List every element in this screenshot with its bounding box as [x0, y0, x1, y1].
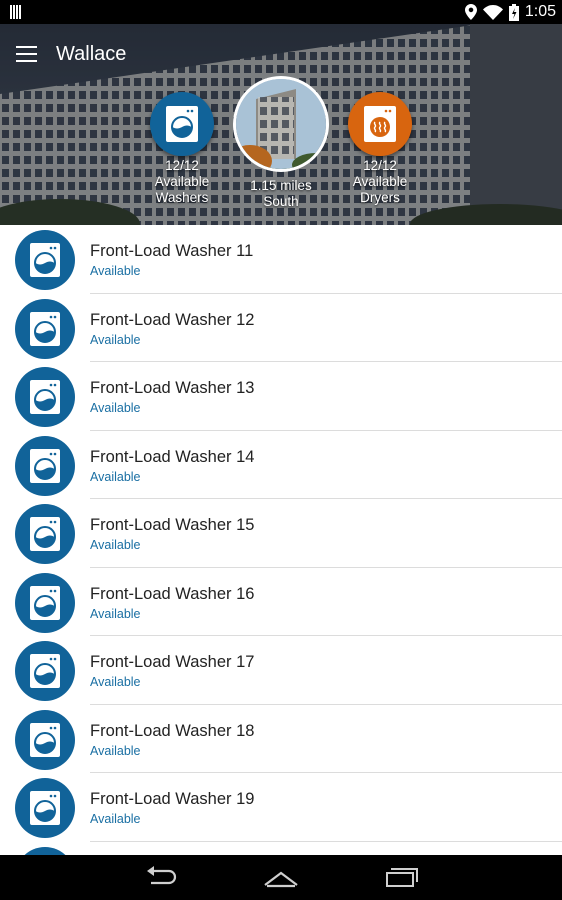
list-item-4[interactable]: Front-Load Washer 14 Available: [0, 431, 562, 499]
washer-icon: [15, 709, 75, 770]
distance: 1.15 miles: [250, 178, 312, 193]
list-item-8[interactable]: Front-Load Washer 18 Available: [0, 705, 562, 773]
status-bar: 1:05: [0, 0, 562, 24]
dryers-label-2: Dryers: [360, 190, 400, 205]
back-icon[interactable]: [145, 865, 177, 894]
washer-status: Available: [90, 812, 141, 826]
clock: 1:05: [524, 3, 556, 20]
washer-status: Available: [90, 675, 141, 689]
list-item-2[interactable]: Front-Load Washer 12 Available: [0, 294, 562, 362]
dryers-label-1: Available: [352, 174, 408, 189]
washer-icon: [15, 435, 75, 496]
battery-icon: [508, 3, 519, 21]
washer-name: Front-Load Washer 14: [90, 447, 255, 466]
recents-icon[interactable]: [385, 865, 419, 894]
page-title: Wallace: [56, 43, 127, 65]
washer-icon: [15, 230, 75, 290]
navigation-bar: [0, 855, 562, 900]
washers-label-1: Available: [154, 174, 210, 189]
dryer-icon: [348, 92, 412, 156]
list-item-3[interactable]: Front-Load Washer 13 Available: [0, 362, 562, 431]
list-item-9[interactable]: Front-Load Washer 19 Available: [0, 773, 562, 842]
list-item-10[interactable]: [0, 842, 562, 855]
washer-name: Front-Load Washer 18: [90, 721, 255, 740]
washer-icon: [150, 92, 214, 156]
washer-icon: [15, 846, 75, 855]
washer-icon: [15, 778, 75, 838]
washer-status: Available: [90, 264, 141, 278]
list-item-1[interactable]: Front-Load Washer 11 Available: [0, 225, 562, 294]
washer-name: Front-Load Washer 12: [90, 310, 255, 329]
washer-status: Available: [90, 743, 141, 758]
washer-icon: [15, 367, 75, 427]
washer-name: Front-Load Washer 15: [90, 516, 255, 534]
menu-icon[interactable]: [16, 46, 37, 62]
notification-icon: [10, 5, 22, 19]
list-item-5[interactable]: Front-Load Washer 15 Available: [0, 499, 562, 568]
washer-status: Available: [90, 538, 141, 552]
location-header: Wallace 12/12 Available Washers 1.15 mil…: [0, 24, 562, 225]
washer-name: Front-Load Washer 13: [90, 379, 255, 397]
washer-icon: [15, 641, 75, 701]
washer-status: Available: [90, 332, 141, 347]
building-photo: [233, 76, 329, 172]
washer-status: Available: [90, 401, 141, 415]
washers-summary[interactable]: 12/12 Available Washers: [146, 92, 218, 206]
list-item-7[interactable]: Front-Load Washer 17 Available: [0, 636, 562, 705]
washer-list: Front-Load Washer 11 Available Front-Loa…: [0, 225, 562, 855]
washer-name: Front-Load Washer 17: [90, 653, 255, 671]
dryers-summary[interactable]: 12/12 Available Dryers: [344, 92, 416, 206]
washer-name: Front-Load Washer 11: [90, 242, 254, 260]
washer-icon: [15, 298, 75, 359]
washer-name: Front-Load Washer 16: [90, 584, 255, 603]
direction: South: [263, 194, 299, 209]
dryers-count: 12/12: [363, 158, 397, 173]
location-icon: [464, 4, 477, 20]
washers-label-2: Washers: [155, 190, 209, 205]
washers-count: 12/12: [165, 158, 199, 173]
washer-icon: [15, 504, 75, 564]
washer-icon: [15, 572, 75, 633]
location-summary[interactable]: 1.15 miles South: [232, 76, 330, 210]
home-icon[interactable]: [263, 865, 299, 894]
wifi-icon: [482, 4, 503, 20]
list-item-6[interactable]: Front-Load Washer 16 Available: [0, 568, 562, 636]
washer-status: Available: [90, 469, 141, 484]
washer-status: Available: [90, 606, 141, 621]
washer-name: Front-Load Washer 19: [90, 790, 255, 808]
